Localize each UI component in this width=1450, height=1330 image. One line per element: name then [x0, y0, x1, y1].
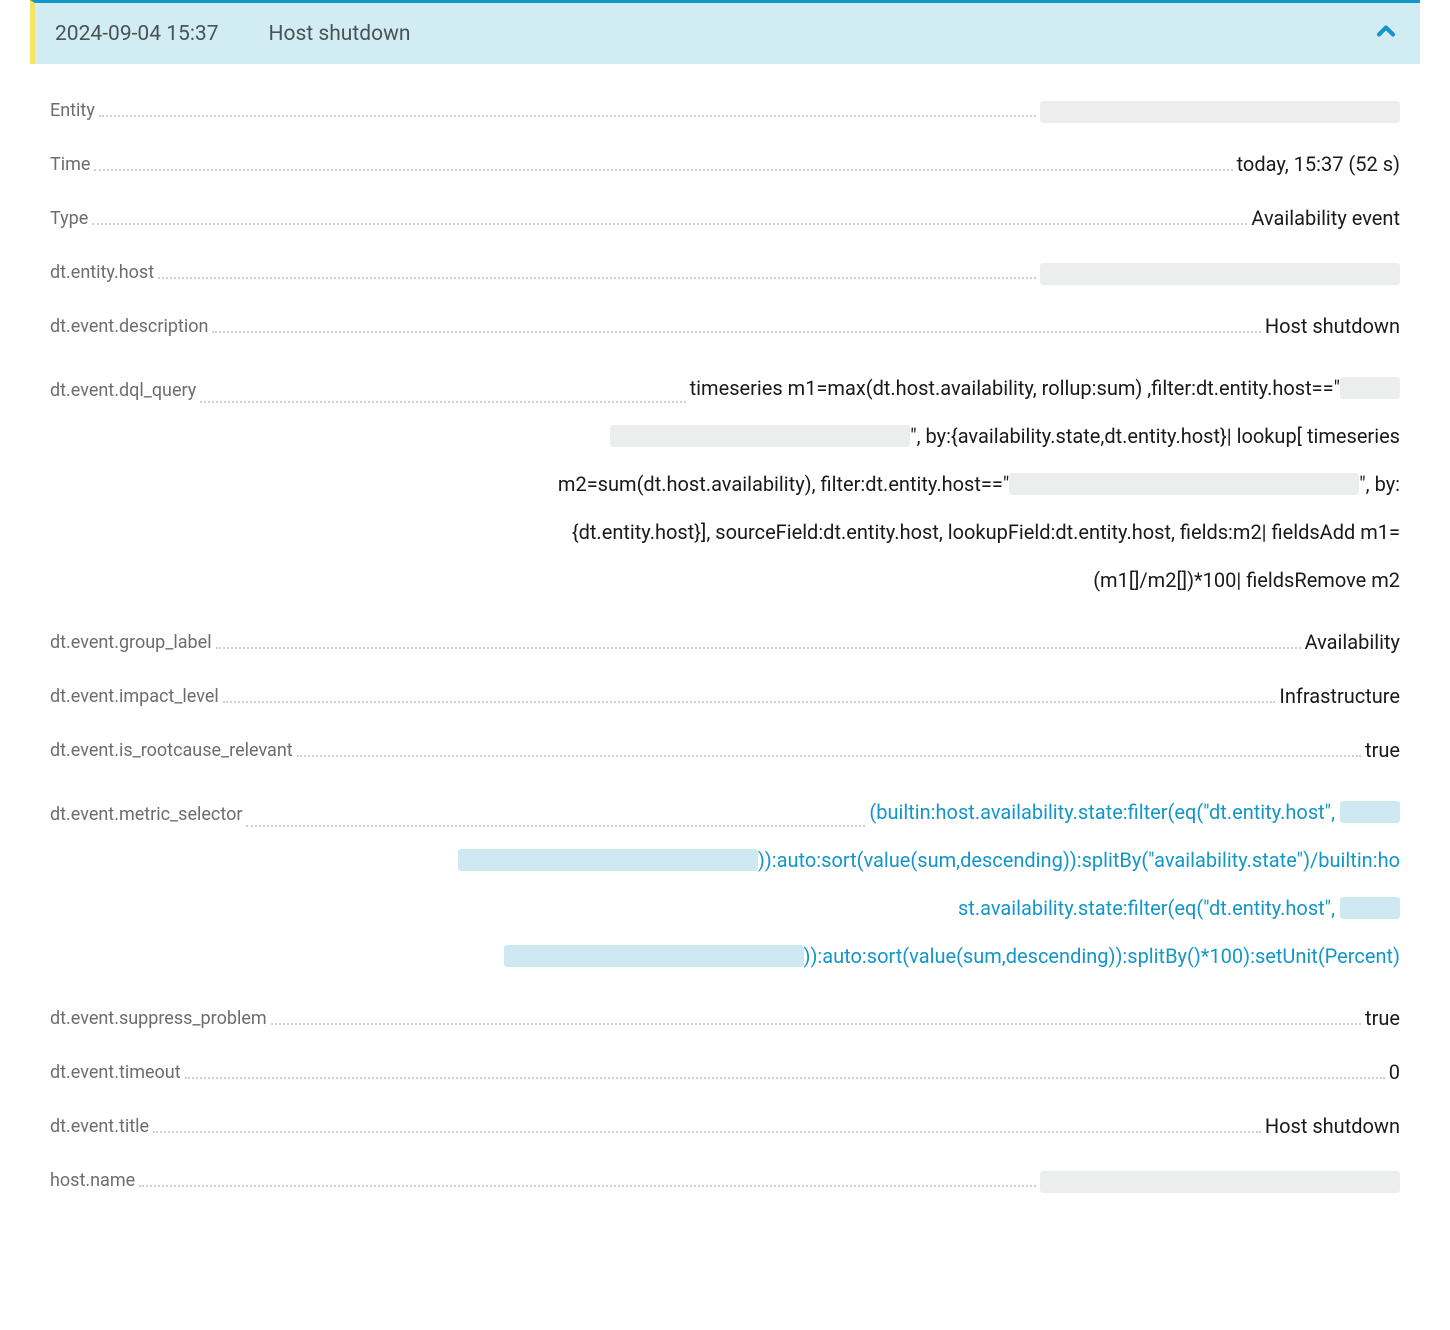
dots-filler — [271, 1023, 1361, 1025]
metric-line2: )):auto:sort(value(sum,descending)):spli… — [50, 836, 1400, 884]
row-dt-event-impact-level: dt.event.impact_level Infrastructure — [50, 680, 1400, 712]
value-dt-entity-host — [1040, 256, 1400, 288]
dots-filler — [185, 1077, 1385, 1079]
redacted-value — [1040, 263, 1400, 285]
dql-line2: ", by:{availability.state,dt.entity.host… — [50, 412, 1400, 460]
dots-filler — [212, 331, 1260, 333]
value-dt-event-group-label: Availability — [1305, 626, 1400, 658]
redacted-value — [610, 425, 910, 447]
row-host-name: host.name — [50, 1164, 1400, 1196]
metric-line1: (builtin:host.availability.state:filter(… — [869, 788, 1400, 836]
label-dt-event-timeout: dt.event.timeout — [50, 1059, 181, 1088]
redacted-value — [1040, 101, 1400, 123]
dots-filler — [92, 223, 1247, 225]
redacted-value — [1340, 897, 1400, 919]
dots-filler — [223, 701, 1276, 703]
value-entity — [1040, 94, 1400, 126]
label-dt-event-title: dt.event.title — [50, 1113, 149, 1142]
value-dt-event-timeout: 0 — [1389, 1056, 1400, 1088]
redacted-value — [1340, 801, 1400, 823]
row-dt-event-description: dt.event.description Host shutdown — [50, 310, 1400, 342]
dots-filler — [158, 277, 1036, 279]
event-timestamp: 2024-09-04 15:37 — [55, 22, 219, 46]
redacted-value — [1040, 1171, 1400, 1193]
dql-line4: {dt.entity.host}], sourceField:dt.entity… — [50, 508, 1400, 556]
value-dt-event-description: Host shutdown — [1265, 310, 1400, 342]
label-dt-event-impact-level: dt.event.impact_level — [50, 683, 219, 712]
row-dt-event-suppress-problem: dt.event.suppress_problem true — [50, 1002, 1400, 1034]
value-dt-event-impact-level: Infrastructure — [1279, 680, 1400, 712]
dql-line5: (m1[]/m2[])*100| fieldsRemove m2 — [50, 556, 1400, 604]
row-entity: Entity — [50, 94, 1400, 126]
label-dt-event-dql-query: dt.event.dql_query — [50, 369, 196, 412]
value-dt-event-suppress-problem: true — [1365, 1002, 1400, 1034]
value-dt-event-title: Host shutdown — [1265, 1110, 1400, 1142]
label-dt-event-description: dt.event.description — [50, 313, 208, 342]
value-host-name — [1040, 1164, 1400, 1196]
label-type: Type — [50, 205, 88, 234]
label-host-name: host.name — [50, 1167, 135, 1196]
chevron-up-icon[interactable] — [1372, 17, 1400, 50]
event-details: Entity Time today, 15:37 (52 s) Type Ava… — [30, 64, 1420, 1196]
label-dt-event-is-rootcause-relevant: dt.event.is_rootcause_relevant — [50, 737, 293, 766]
value-type: Availability event — [1251, 202, 1400, 234]
dots-filler — [297, 755, 1361, 757]
label-dt-event-metric-selector: dt.event.metric_selector — [50, 793, 242, 836]
label-time: Time — [50, 151, 90, 180]
dots-filler — [153, 1131, 1261, 1133]
label-dt-event-suppress-problem: dt.event.suppress_problem — [50, 1005, 267, 1034]
row-dt-event-timeout: dt.event.timeout 0 — [50, 1056, 1400, 1088]
label-dt-event-group-label: dt.event.group_label — [50, 629, 212, 658]
value-time: today, 15:37 (52 s) — [1237, 148, 1400, 180]
metric-line4: )):auto:sort(value(sum,descending)):spli… — [50, 932, 1400, 980]
label-dt-entity-host: dt.entity.host — [50, 259, 154, 288]
row-dt-event-metric-selector[interactable]: dt.event.metric_selector (builtin:host.a… — [50, 788, 1400, 980]
row-dt-event-group-label: dt.event.group_label Availability — [50, 626, 1400, 658]
redacted-value — [458, 849, 758, 871]
metric-line3: st.availability.state:filter(eq("dt.enti… — [50, 884, 1400, 932]
event-header[interactable]: 2024-09-04 15:37 Host shutdown — [30, 0, 1420, 64]
row-type: Type Availability event — [50, 202, 1400, 234]
value-dt-event-is-rootcause-relevant: true — [1365, 734, 1400, 766]
dql-line1: timeseries m1=max(dt.host.availability, … — [690, 364, 1400, 412]
dots-filler — [94, 169, 1232, 171]
redacted-value — [504, 945, 804, 967]
row-dt-entity-host: dt.entity.host — [50, 256, 1400, 288]
dots-filler — [216, 647, 1301, 649]
row-dt-event-is-rootcause-relevant: dt.event.is_rootcause_relevant true — [50, 734, 1400, 766]
event-title: Host shutdown — [269, 22, 411, 46]
label-entity: Entity — [50, 97, 95, 126]
dots-filler — [200, 401, 685, 403]
dots-filler — [99, 115, 1036, 117]
dots-filler — [246, 825, 865, 827]
redacted-value — [1009, 473, 1359, 495]
redacted-value — [1340, 377, 1400, 399]
row-time: Time today, 15:37 (52 s) — [50, 148, 1400, 180]
row-dt-event-dql-query: dt.event.dql_query timeseries m1=max(dt.… — [50, 364, 1400, 604]
dots-filler — [139, 1185, 1036, 1187]
dql-line3: m2=sum(dt.host.availability), filter:dt.… — [50, 460, 1400, 508]
row-dt-event-title: dt.event.title Host shutdown — [50, 1110, 1400, 1142]
